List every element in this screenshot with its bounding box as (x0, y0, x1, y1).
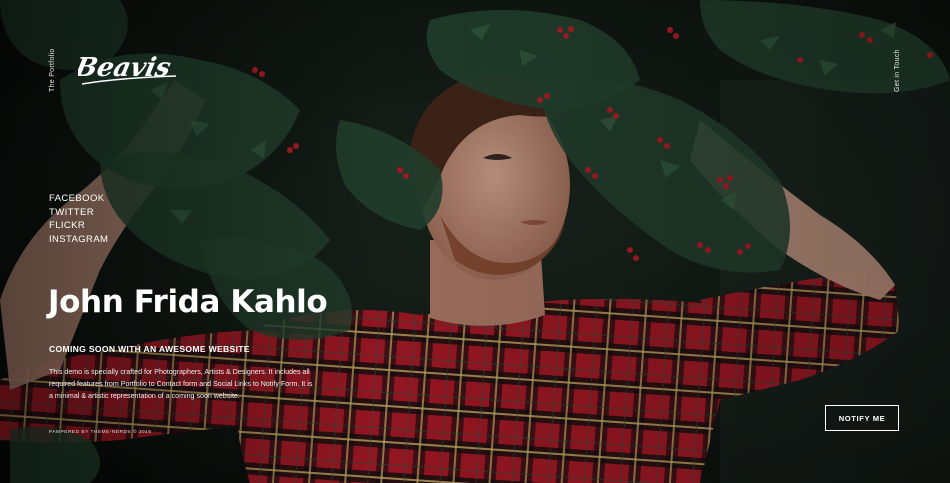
hero-subheading: COMING SOON WITH AN AWESOME WEBSITE (49, 344, 250, 354)
get-in-touch-link[interactable]: Get in Touch (894, 49, 901, 92)
hero-description: This demo is specially crafted for Photo… (49, 368, 313, 400)
portfolio-tagline: The Portfolio (49, 48, 56, 92)
social-link-twitter[interactable]: TWITTER (49, 206, 108, 220)
hero-name: John Frida Kahlo (48, 284, 328, 320)
social-link-flickr[interactable]: FLICKR (49, 219, 108, 233)
footer-credit: PAMPERED BY THEME-NERDS © 2016 (49, 430, 152, 435)
social-link-instagram[interactable]: INSTAGRAM (49, 233, 108, 247)
notify-me-button[interactable]: NOTIFY ME (825, 405, 899, 431)
social-link-facebook[interactable]: FACEBOOK (49, 192, 108, 206)
brand-logo[interactable]: Beavis (78, 46, 182, 92)
social-links: FACEBOOK TWITTER FLICKR INSTAGRAM (49, 192, 108, 247)
